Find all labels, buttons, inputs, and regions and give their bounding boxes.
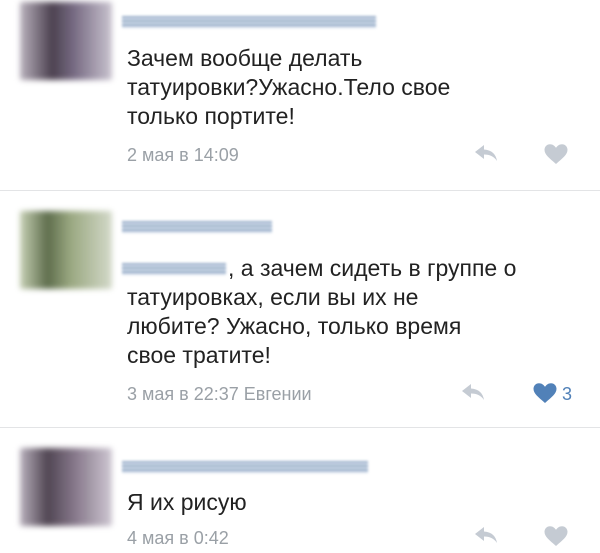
avatar[interactable] bbox=[20, 2, 112, 80]
avatar[interactable] bbox=[20, 448, 112, 526]
reply-to-name[interactable] bbox=[122, 263, 226, 275]
reply-arrow-icon[interactable] bbox=[460, 382, 486, 402]
comment-date[interactable]: 2 мая в 14:09 bbox=[127, 145, 239, 166]
comment-text: татуировках, если вы их не любите? Ужасн… bbox=[127, 284, 462, 368]
comment-item: , а зачем сидеть в группе о татуировках,… bbox=[0, 191, 600, 427]
heart-icon[interactable] bbox=[543, 143, 569, 165]
comment-text: Зачем вообще делать татуировки?Ужасно.Те… bbox=[127, 45, 451, 129]
comment-item: Я их рисую 4 мая в 0:42 bbox=[0, 428, 600, 553]
reply-text: , а зачем сидеть в группе о bbox=[228, 255, 517, 281]
author-name[interactable] bbox=[122, 461, 368, 473]
reply-arrow-icon[interactable] bbox=[473, 525, 499, 545]
avatar[interactable] bbox=[20, 211, 112, 289]
reply-arrow-icon[interactable] bbox=[473, 143, 499, 163]
author-name[interactable] bbox=[122, 221, 272, 233]
comment-date[interactable]: 4 мая в 0:42 bbox=[127, 528, 229, 549]
author-name[interactable] bbox=[122, 16, 376, 28]
comment-item: Зачем вообще делать татуировки?Ужасно.Те… bbox=[0, 0, 600, 190]
heart-icon[interactable] bbox=[532, 382, 558, 404]
comment-text: Я их рисую bbox=[127, 489, 247, 515]
heart-icon[interactable] bbox=[543, 525, 569, 547]
like-count[interactable]: 3 bbox=[562, 384, 572, 405]
comment-date[interactable]: 3 мая в 22:37 Евгении bbox=[127, 384, 312, 405]
